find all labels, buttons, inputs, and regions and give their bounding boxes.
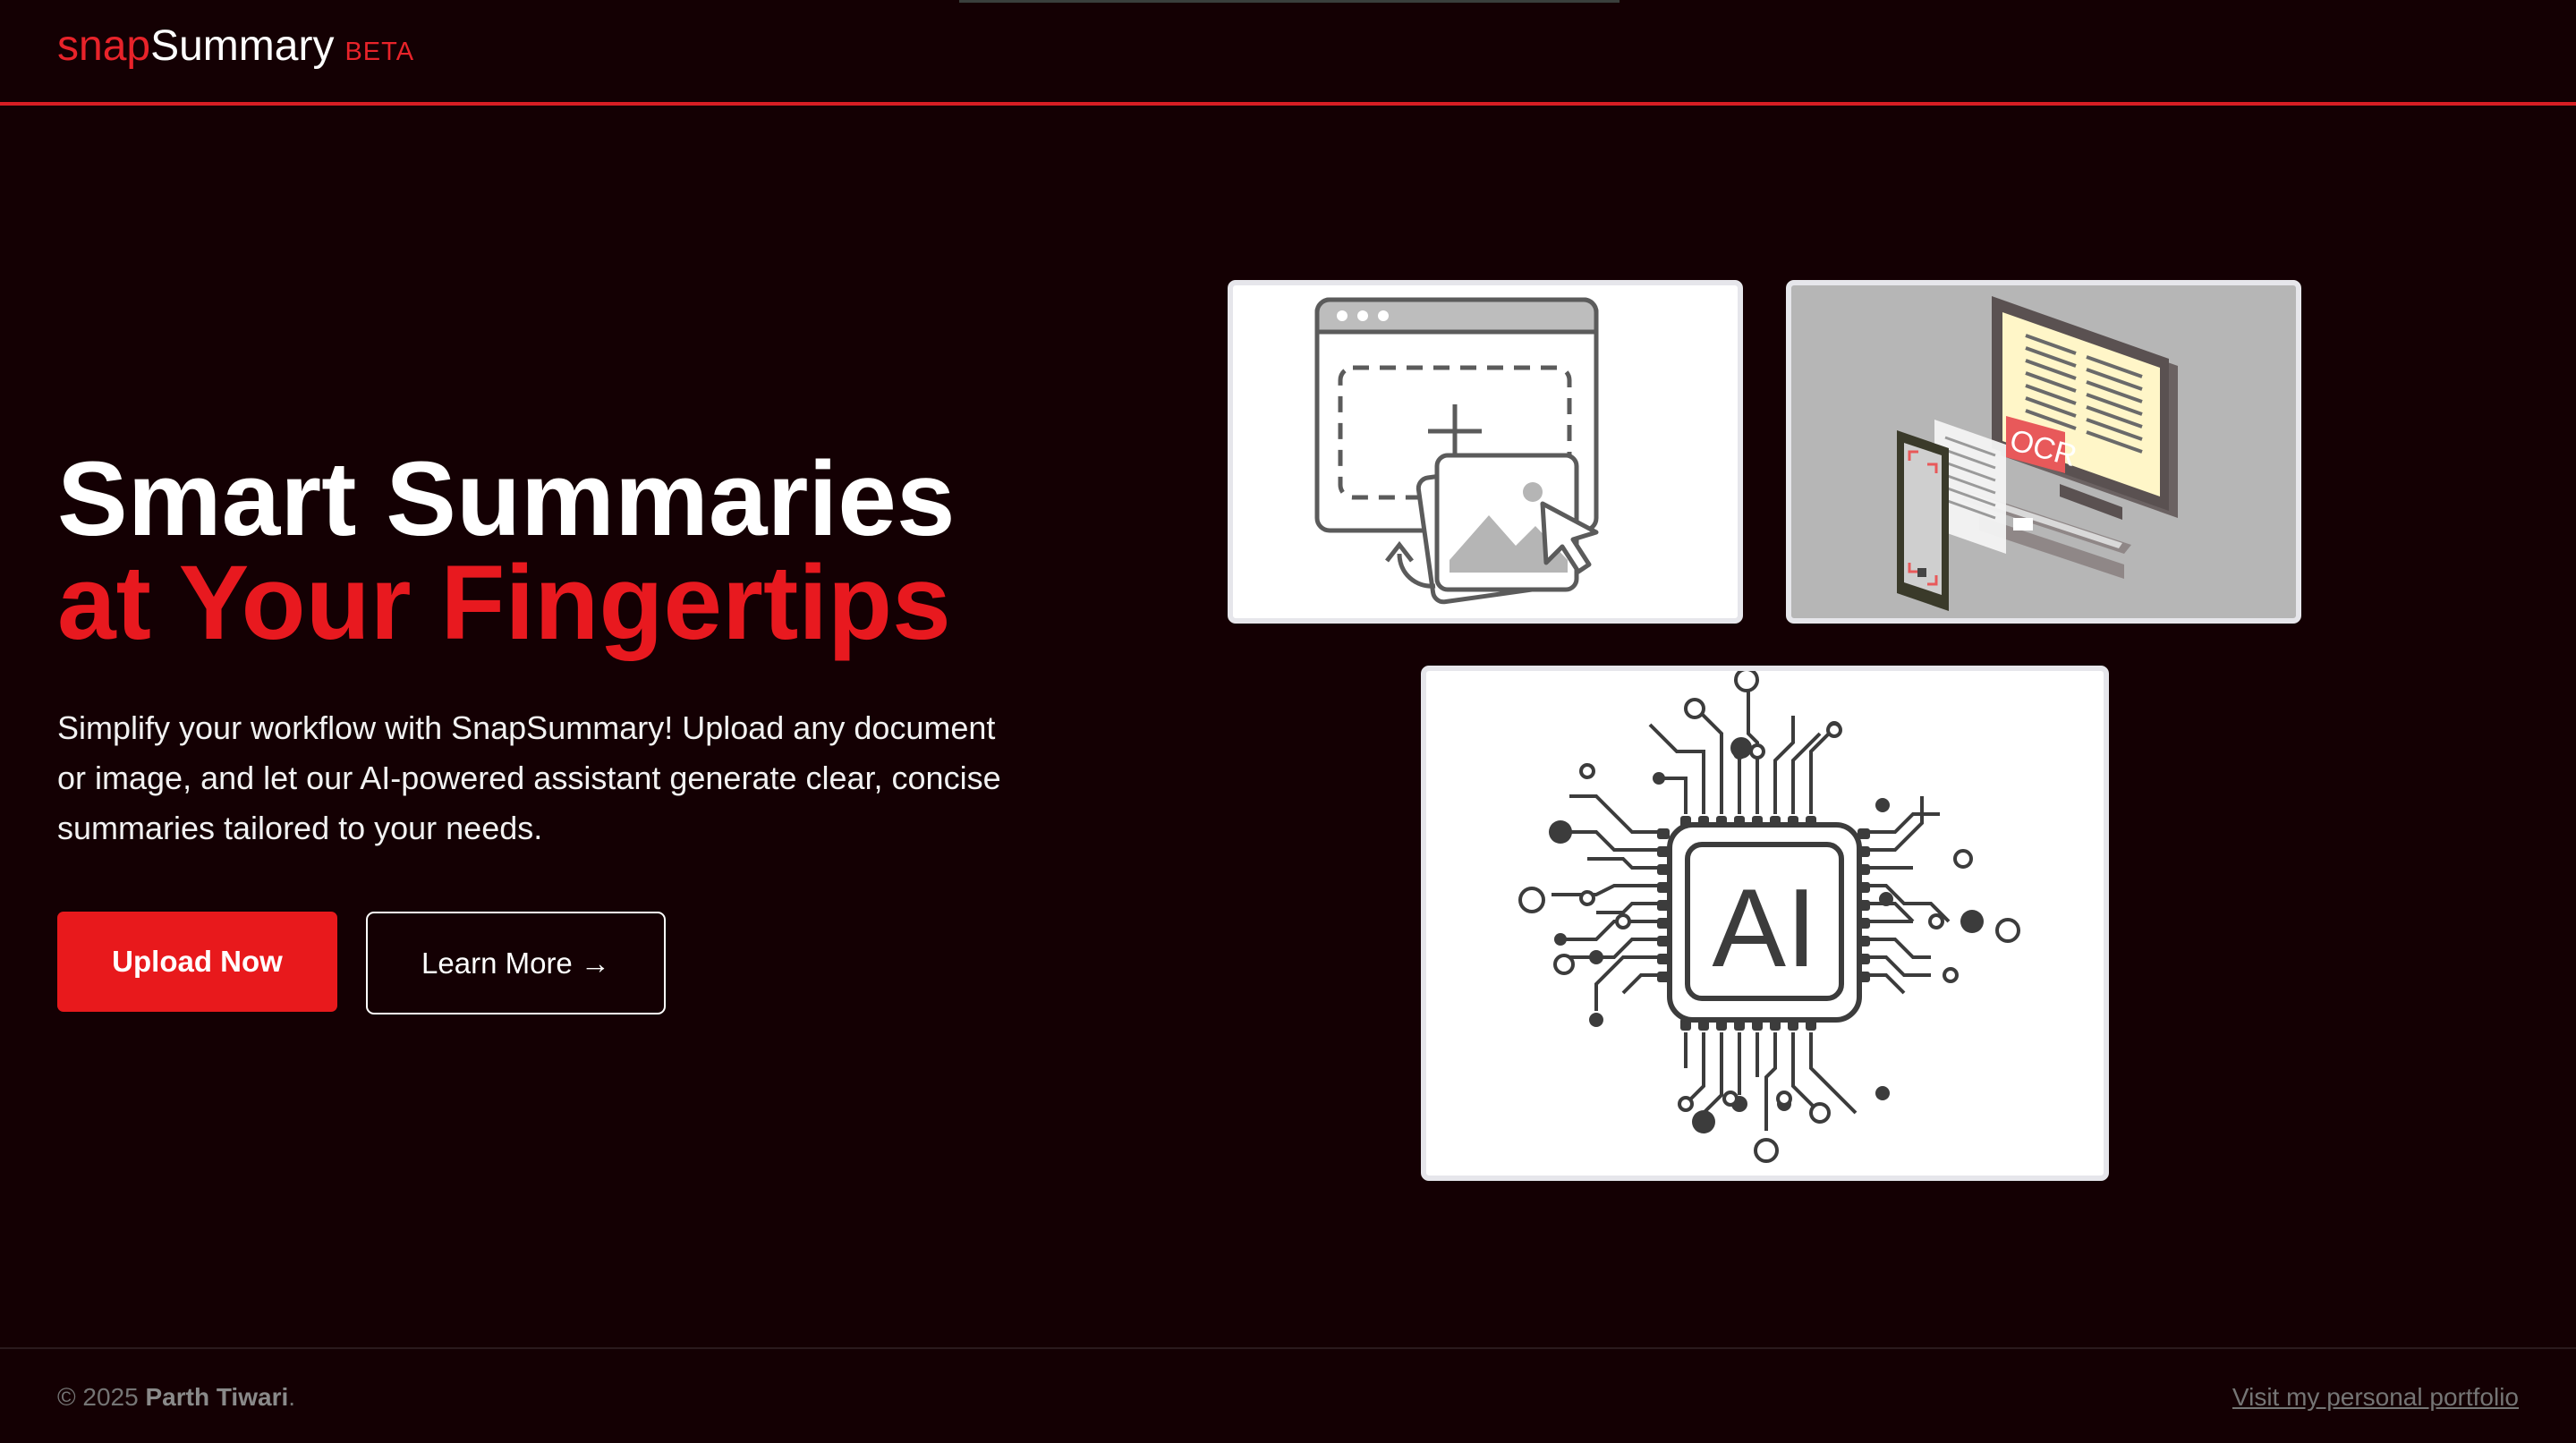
landing-page: snapSummary BETA Smart Summaries at Your … — [0, 0, 2576, 1443]
copyright-prefix: © 2025 — [57, 1383, 139, 1411]
upload-image-icon — [1314, 297, 1599, 605]
hero-description: Simplify your workflow with SnapSummary!… — [57, 709, 1001, 846]
logo[interactable]: snapSummary BETA — [57, 21, 414, 77]
site-header: snapSummary BETA — [0, 0, 2576, 106]
ai-illustration-card: AI — [1421, 666, 2109, 1181]
copyright: © 2025 Parth Tiwari. — [57, 1383, 295, 1412]
hero-title: Smart Summaries at Your Fingertips — [57, 440, 956, 662]
learn-more-button[interactable]: Learn More → — [366, 912, 666, 1014]
copyright-suffix: . — [288, 1383, 296, 1411]
ocr-illustration-card: OCR — [1786, 280, 2301, 624]
site-footer: © 2025 Parth Tiwari. Visit my personal p… — [0, 1347, 2576, 1443]
upload-illustration-card — [1228, 280, 1743, 624]
hero-title-line2: at Your Fingertips — [57, 544, 951, 662]
ai-label: AI — [1712, 867, 1816, 990]
beta-badge: BETA — [344, 38, 415, 66]
ocr-scan-icon: OCR — [1897, 296, 2178, 611]
ai-chip-icon: AI — [1518, 671, 2020, 1163]
author-name: Parth Tiwari — [145, 1383, 289, 1411]
portfolio-link[interactable]: Visit my personal portfolio — [2232, 1383, 2519, 1412]
upload-now-button[interactable]: Upload Now — [57, 912, 337, 1012]
logo-summary: Summary — [150, 22, 335, 70]
logo-snap: snap — [57, 22, 151, 70]
hero-title-line1: Smart Summaries — [57, 440, 956, 558]
